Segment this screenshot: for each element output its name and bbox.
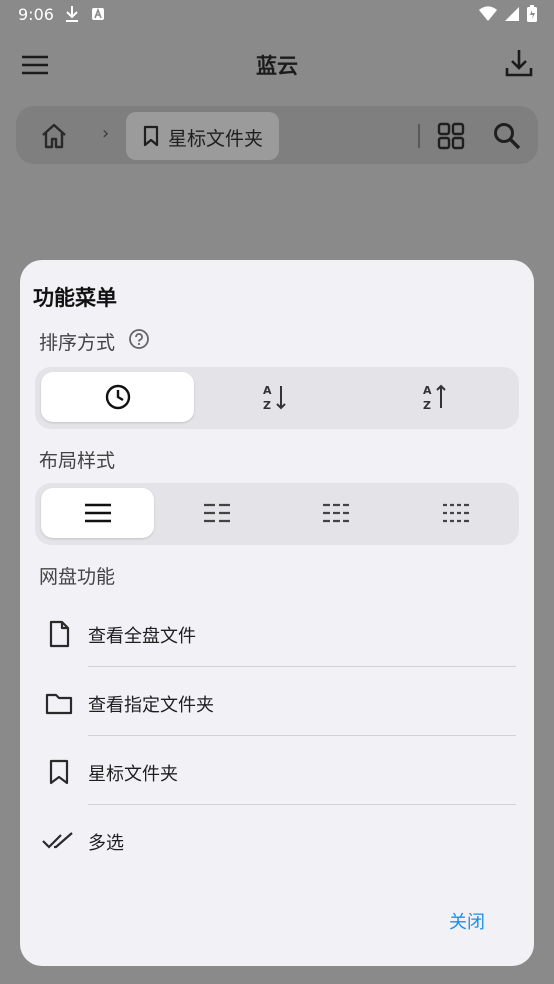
bookmark-icon — [49, 759, 69, 785]
list-1col-icon — [84, 503, 111, 523]
layout-option-4[interactable] — [398, 488, 513, 538]
system-icons — [478, 5, 538, 23]
list-item-label: 多选 — [88, 833, 124, 854]
search-button[interactable] — [492, 121, 522, 151]
download-notification-icon — [66, 6, 78, 22]
download-button[interactable] — [502, 46, 536, 80]
layout-section-label: 布局样式 — [39, 450, 116, 472]
list-item-specific-folder[interactable]: 查看指定文件夹 — [20, 667, 534, 736]
wifi-icon — [479, 6, 497, 21]
layout-option-1[interactable] — [41, 488, 154, 538]
svg-text:Z: Z — [423, 399, 431, 412]
sort-segmented-control: AZ AZ — [35, 367, 519, 429]
list-3col-icon — [322, 503, 349, 523]
battery-icon — [527, 5, 537, 22]
list-item-label: 查看指定文件夹 — [88, 695, 214, 716]
a-notification-icon — [92, 7, 104, 20]
download-icon — [505, 50, 533, 77]
app-title: 蓝云 — [256, 54, 298, 78]
file-icon — [49, 620, 70, 648]
list-item-label: 星标文件夹 — [88, 764, 178, 785]
clock-icon — [105, 384, 130, 410]
folder-icon — [45, 693, 73, 715]
list-2col-icon — [203, 503, 230, 523]
sort-section-label: 排序方式 — [39, 332, 116, 354]
list-item-all-files[interactable]: 查看全盘文件 — [20, 598, 534, 667]
status-time: 9:06 — [18, 5, 54, 24]
breadcrumb-separator: › — [102, 123, 110, 144]
close-button[interactable]: 关闭 — [449, 908, 485, 934]
sheet-title: 功能菜单 — [33, 286, 117, 310]
status-bar: 9:06 — [0, 0, 554, 30]
breadcrumb-current-label: 星标文件夹 — [168, 128, 264, 150]
sort-za-up-icon: AZ — [423, 384, 446, 412]
layout-option-3[interactable] — [279, 488, 392, 538]
grid-icon — [437, 122, 465, 150]
svg-text:A: A — [263, 384, 272, 397]
layout-option-2[interactable] — [160, 488, 273, 538]
list-4col-icon — [442, 503, 469, 523]
app-bar: 蓝云 — [0, 30, 554, 98]
sort-option-name-asc[interactable]: AZ — [200, 372, 350, 422]
function-menu-sheet: 功能菜单 排序方式 AZ AZ 布局样式 网盘功能 查看全盘文件 查看指定文件夹… — [20, 260, 534, 966]
list-item-starred-folders[interactable]: 星标文件夹 — [20, 736, 534, 805]
sort-option-time[interactable] — [41, 372, 194, 422]
search-icon — [494, 123, 521, 150]
grid-view-button[interactable] — [437, 122, 465, 150]
home-icon — [42, 123, 66, 149]
layout-segmented-control — [35, 483, 519, 545]
svg-text:A: A — [423, 384, 432, 397]
notification-icons — [64, 5, 106, 23]
breadcrumb-current[interactable]: 星标文件夹 — [126, 112, 279, 160]
double-check-icon — [42, 832, 73, 849]
signal-icon — [505, 7, 519, 21]
bookmark-icon — [143, 125, 159, 147]
sort-az-down-icon: AZ — [263, 384, 286, 412]
toolbar-divider — [418, 124, 420, 148]
sort-option-name-desc[interactable]: AZ — [356, 372, 513, 422]
drive-section-label: 网盘功能 — [39, 566, 116, 588]
list-item-multi-select[interactable]: 多选 — [20, 805, 534, 874]
breadcrumb: › 星标文件夹 — [16, 106, 538, 164]
list-item-label: 查看全盘文件 — [88, 626, 196, 647]
svg-text:Z: Z — [263, 399, 271, 412]
home-button[interactable] — [38, 120, 70, 152]
help-icon[interactable] — [128, 328, 150, 350]
